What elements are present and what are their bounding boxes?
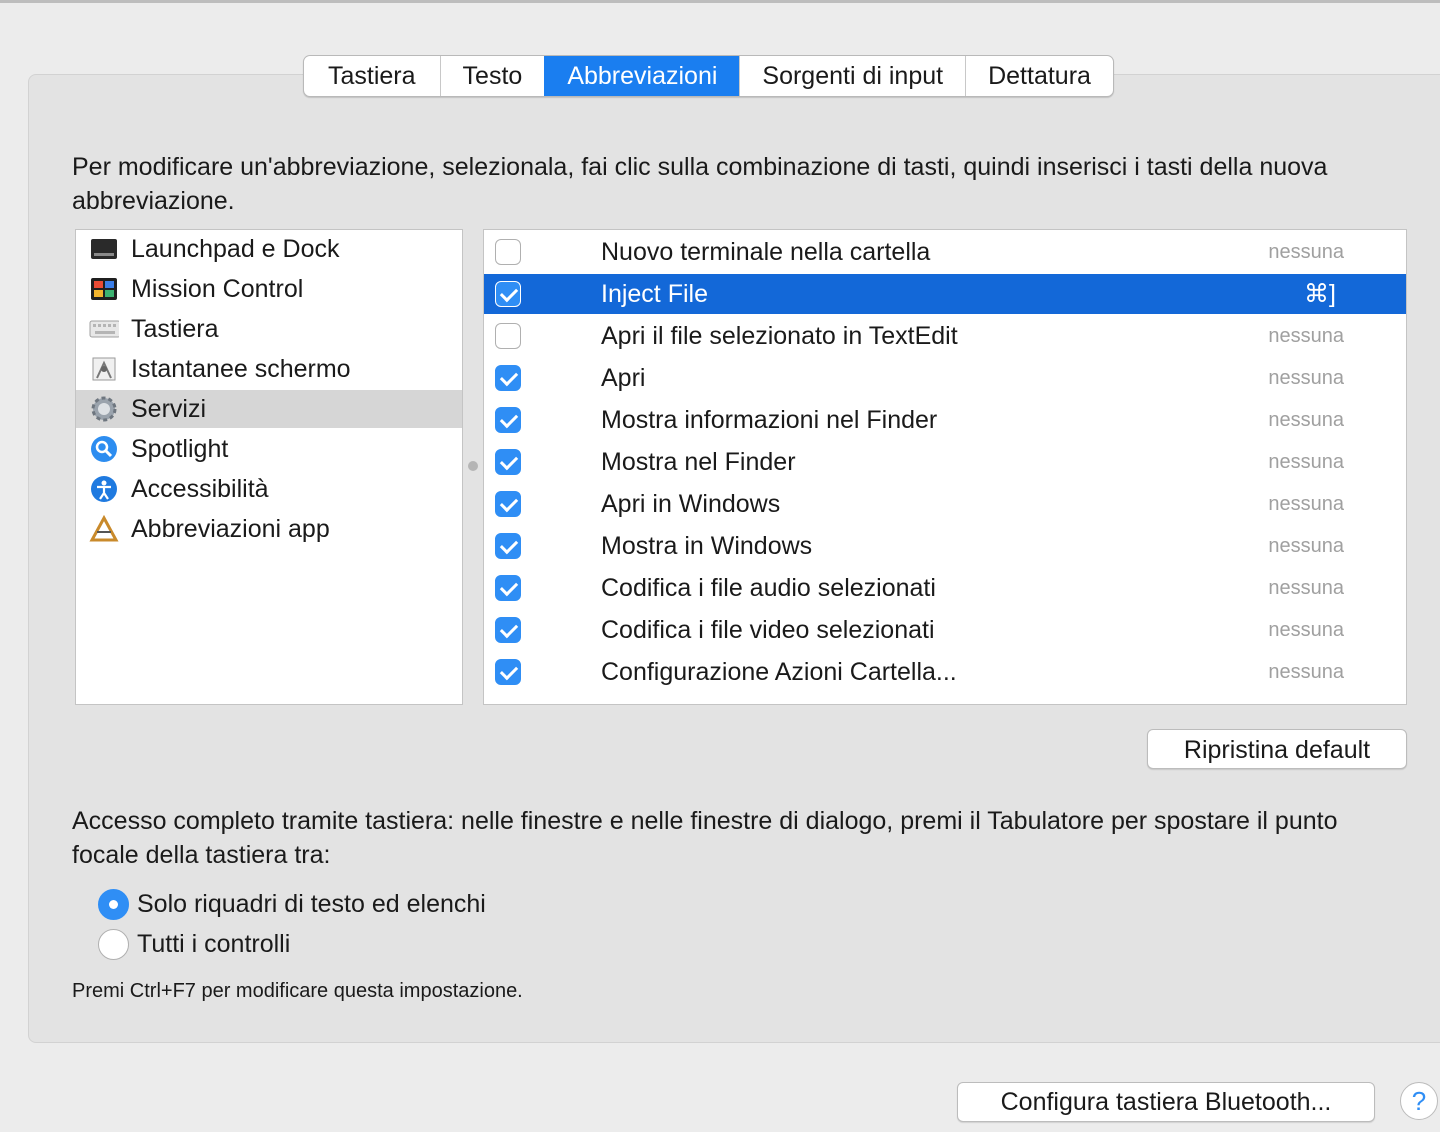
shortcut-checkbox[interactable] xyxy=(495,449,521,475)
shortcut-row[interactable]: Nuovo terminale nella cartella nessuna xyxy=(484,232,1406,272)
shortcut-checkbox[interactable] xyxy=(495,659,521,685)
launchpad-dock-icon xyxy=(89,234,119,264)
instructions-text: Per modificare un'abbreviazione, selezio… xyxy=(72,153,1328,215)
category-label: Spotlight xyxy=(131,434,229,463)
shortcut-row[interactable]: Mostra nel Finder nessuna xyxy=(484,442,1406,482)
app-shortcuts-icon xyxy=(89,514,119,544)
accessibility-icon xyxy=(89,474,119,504)
category-label: Mission Control xyxy=(131,274,304,303)
tab-dettatura[interactable]: Dettatura xyxy=(965,56,1113,96)
tab-abbreviazioni[interactable]: Abbreviazioni xyxy=(544,56,740,96)
category-tastiera[interactable]: Tastiera xyxy=(76,310,462,348)
shortcut-row[interactable]: Mostra in Windows nessuna xyxy=(484,526,1406,566)
shortcut-key[interactable]: nessuna xyxy=(1268,367,1344,390)
radio-button[interactable] xyxy=(98,928,129,960)
shortcut-row[interactable]: Codifica i file audio selezionati nessun… xyxy=(484,568,1406,608)
shortcut-label: Nuovo terminale nella cartella xyxy=(601,237,931,266)
shortcut-key[interactable]: nessuna xyxy=(1268,661,1344,684)
shortcut-label: Codifica i file video selezionati xyxy=(601,615,935,644)
reset-defaults-button[interactable]: Ripristina default xyxy=(1147,729,1407,769)
help-button[interactable]: ? xyxy=(1400,1082,1438,1120)
radio-label: Tutti i controlli xyxy=(137,929,291,958)
hint-text: Premi Ctrl+F7 per modificare questa impo… xyxy=(72,980,523,1002)
splitter-handle[interactable] xyxy=(468,461,478,471)
shortcut-label: Codifica i file audio selezionati xyxy=(601,573,936,602)
category-spotlight[interactable]: Spotlight xyxy=(76,430,462,468)
shortcut-key[interactable]: nessuna xyxy=(1268,409,1344,432)
mission-control-icon xyxy=(89,274,119,304)
category-label: Servizi xyxy=(131,394,207,423)
category-label: Launchpad e Dock xyxy=(131,234,340,263)
shortcut-key[interactable]: nessuna xyxy=(1268,325,1344,348)
shortcut-key[interactable]: nessuna xyxy=(1268,493,1344,516)
shortcut-checkbox[interactable] xyxy=(495,617,521,643)
radio-all-controls[interactable]: Tutti i controlli xyxy=(98,928,290,960)
category-label: Tastiera xyxy=(131,314,219,343)
category-abbreviazioni-app[interactable]: Abbreviazioni app xyxy=(76,510,462,548)
tab-testo[interactable]: Testo xyxy=(439,56,545,96)
shortcut-label: Mostra informazioni nel Finder xyxy=(601,405,938,434)
category-servizi[interactable]: Servizi xyxy=(76,390,462,428)
shortcut-label: Apri il file selezionato in TextEdit xyxy=(601,321,958,350)
spotlight-icon xyxy=(89,434,119,464)
shortcuts-list[interactable]: Nuovo terminale nella cartella nessuna I… xyxy=(483,229,1407,705)
shortcut-label: Inject File xyxy=(601,279,708,308)
shortcut-row[interactable]: Mostra informazioni nel Finder nessuna xyxy=(484,400,1406,440)
shortcut-label: Mostra in Windows xyxy=(601,531,813,560)
shortcut-key[interactable]: ⌘] xyxy=(1304,279,1336,309)
radio-text-lists[interactable]: Solo riquadri di testo ed elenchi xyxy=(98,888,486,920)
shortcut-checkbox[interactable] xyxy=(495,407,521,433)
keyboard-icon xyxy=(89,314,119,344)
keyboard-access-text: Accesso completo tramite tastiera: nelle… xyxy=(72,807,1338,869)
shortcut-checkbox[interactable] xyxy=(495,239,521,265)
shortcut-label: Configurazione Azioni Cartella... xyxy=(601,657,957,686)
shortcut-row[interactable]: Codifica i file video selezionati nessun… xyxy=(484,610,1406,650)
shortcut-key[interactable]: nessuna xyxy=(1268,577,1344,600)
category-mission-control[interactable]: Mission Control xyxy=(76,270,462,308)
category-launchpad-dock[interactable]: Launchpad e Dock xyxy=(76,230,462,268)
shortcut-key[interactable]: nessuna xyxy=(1268,619,1344,642)
shortcut-checkbox[interactable] xyxy=(495,323,521,349)
category-label: Accessibilità xyxy=(131,474,269,503)
bluetooth-keyboard-button[interactable]: Configura tastiera Bluetooth... xyxy=(957,1082,1375,1122)
shortcut-key[interactable]: nessuna xyxy=(1268,535,1344,558)
category-label: Abbreviazioni app xyxy=(131,514,330,543)
screenshot-icon xyxy=(89,354,119,384)
gear-icon xyxy=(89,394,119,424)
shortcut-key[interactable]: nessuna xyxy=(1268,451,1344,474)
category-accessibilita[interactable]: Accessibilità xyxy=(76,470,462,508)
shortcut-row[interactable]: Apri il file selezionato in TextEdit nes… xyxy=(484,316,1406,356)
shortcut-row[interactable]: Apri in Windows nessuna xyxy=(484,484,1406,524)
category-istantanee-schermo[interactable]: Istantanee schermo xyxy=(76,350,462,388)
category-list[interactable]: Launchpad e Dock Mission Control Tastier… xyxy=(75,229,463,705)
shortcut-row[interactable]: Configurazione Azioni Cartella... nessun… xyxy=(484,652,1406,692)
radio-button[interactable] xyxy=(98,888,129,920)
shortcut-row[interactable]: Apri nessuna xyxy=(484,358,1406,398)
window-top-edge xyxy=(0,0,1440,3)
shortcut-checkbox[interactable] xyxy=(495,491,521,517)
shortcut-label: Mostra nel Finder xyxy=(601,447,796,476)
tab-tastiera[interactable]: Tastiera xyxy=(304,56,440,96)
shortcut-checkbox[interactable] xyxy=(495,365,521,391)
shortcut-row-selected[interactable]: Inject File ⌘] xyxy=(484,274,1406,314)
category-label: Istantanee schermo xyxy=(131,354,351,383)
radio-label: Solo riquadri di testo ed elenchi xyxy=(137,889,486,918)
shortcut-label: Apri in Windows xyxy=(601,489,781,518)
tab-sorgenti-di-input[interactable]: Sorgenti di input xyxy=(739,56,965,96)
shortcut-checkbox[interactable] xyxy=(495,533,521,559)
shortcut-key[interactable]: nessuna xyxy=(1268,241,1344,264)
shortcut-checkbox[interactable] xyxy=(495,281,521,307)
shortcut-checkbox[interactable] xyxy=(495,575,521,601)
shortcut-label: Apri xyxy=(601,363,646,392)
tab-bar: Tastiera Testo Abbreviazioni Sorgenti di… xyxy=(303,55,1114,97)
